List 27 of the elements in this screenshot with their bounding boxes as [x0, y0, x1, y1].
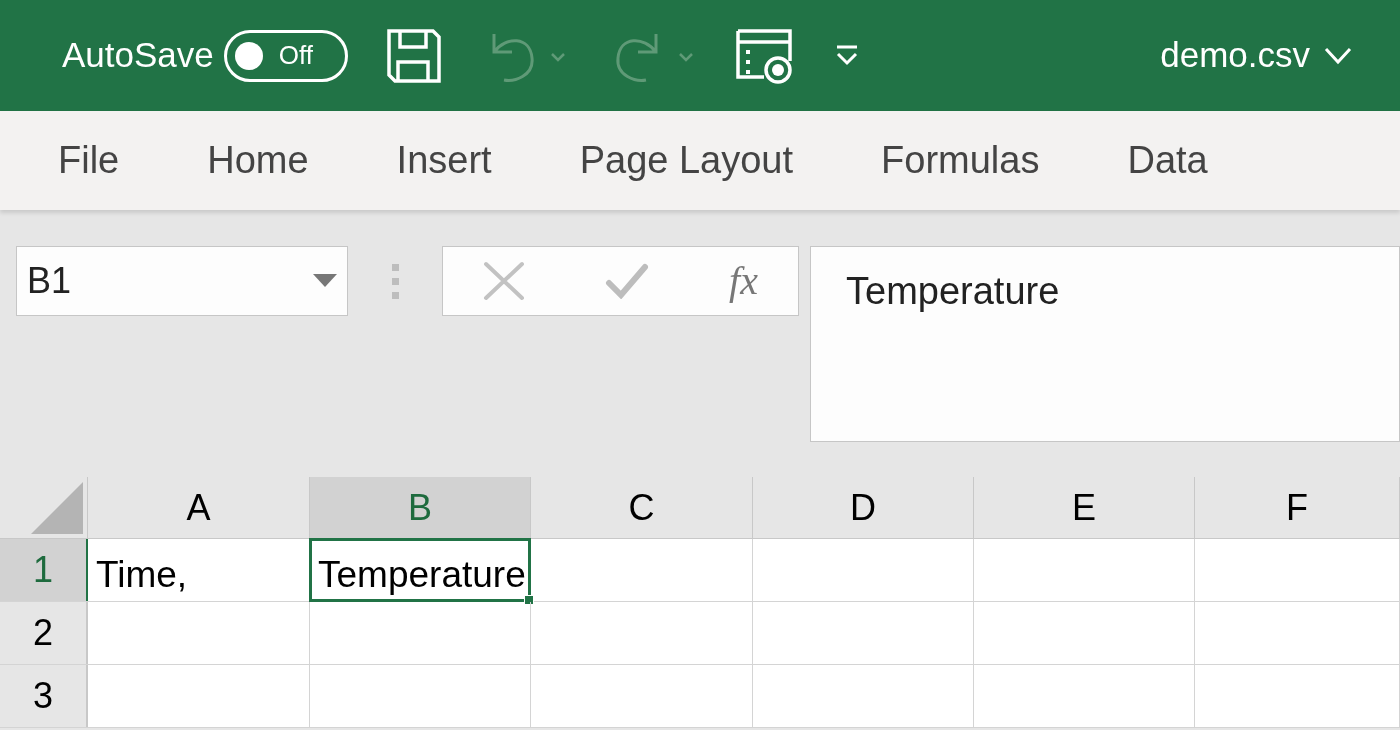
row-header[interactable]: 1 [0, 539, 88, 601]
column-header[interactable]: D [753, 477, 974, 538]
column-header[interactable]: B [310, 477, 531, 538]
cell-text: Temperature [318, 553, 526, 597]
ribbon-tab[interactable]: Home [207, 111, 309, 210]
insert-function-button[interactable]: fx [729, 251, 758, 311]
column-header[interactable]: F [1195, 477, 1400, 538]
ribbon-tab[interactable]: Formulas [881, 111, 1040, 210]
ribbon-tab[interactable]: Data [1127, 111, 1208, 210]
column-header[interactable]: C [531, 477, 753, 538]
save-icon[interactable] [385, 27, 442, 84]
name-box[interactable]: B1 [16, 246, 348, 316]
row-header[interactable]: 3 [0, 665, 88, 727]
autosave-toggle[interactable]: Off [223, 29, 348, 82]
chevron-down-icon[interactable] [1324, 46, 1352, 65]
select-all-triangle-icon[interactable] [31, 482, 83, 534]
cell-text: Time, [96, 553, 188, 597]
file-name-button[interactable]: demo.csv [1160, 29, 1352, 82]
autosave-label: AutoSave [62, 34, 214, 77]
ribbon-tab[interactable]: Page Layout [579, 111, 794, 210]
drag-handle-icon[interactable] [391, 264, 401, 300]
dropdown-arrow-icon[interactable] [313, 274, 337, 288]
row-header[interactable]: 2 [0, 602, 88, 664]
ribbon-tab[interactable]: Insert [396, 111, 492, 210]
ribbon-tab[interactable]: File [58, 111, 120, 210]
formula-field[interactable]: Temperature [810, 246, 1400, 442]
column-header[interactable]: E [974, 477, 1195, 538]
